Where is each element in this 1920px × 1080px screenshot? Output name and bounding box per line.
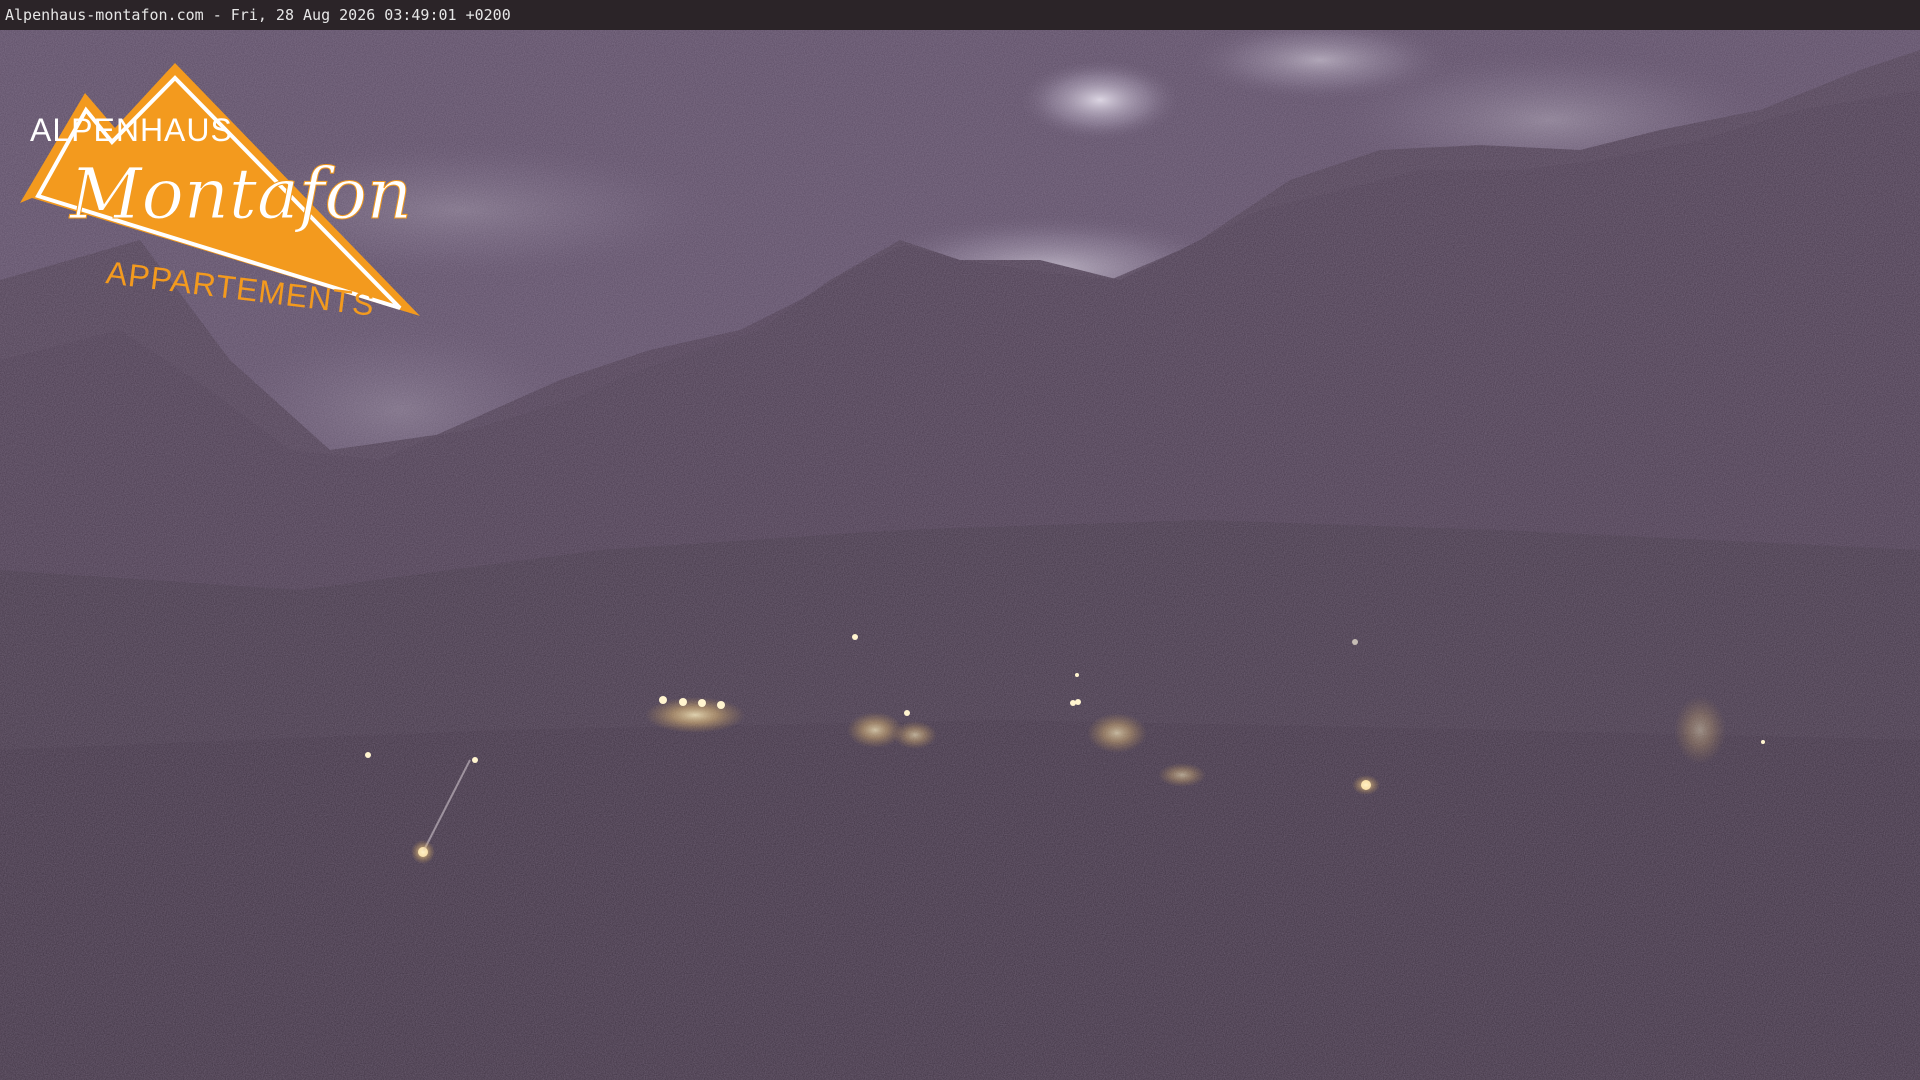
street-light: [659, 696, 667, 704]
street-light: [1070, 700, 1076, 706]
house-light: [1158, 763, 1206, 787]
logo-text-alpenhaus: ALPENHAUS: [30, 112, 233, 148]
timestamp-bar: Alpenhaus-montafon.com - Fri, 28 Aug 202…: [0, 0, 1920, 30]
street-light: [679, 698, 687, 706]
distant-light: [472, 757, 478, 763]
street-light: [717, 701, 725, 709]
distant-light: [1352, 639, 1358, 645]
headlight-glow: [411, 840, 435, 864]
timestamp-text: Alpenhaus-montafon.com - Fri, 28 Aug 202…: [5, 6, 511, 24]
logo-svg: ALPENHAUS Montafon APPARTEMENTS: [20, 63, 420, 323]
distant-light: [852, 634, 858, 640]
house-light: [1087, 713, 1147, 753]
webcam-frame: Alpenhaus-montafon.com - Fri, 28 Aug 202…: [0, 0, 1920, 1080]
house-light: [893, 721, 937, 749]
light-glow: [1352, 775, 1380, 795]
street-light: [698, 699, 706, 707]
street-light: [1761, 740, 1765, 744]
distant-light: [365, 752, 371, 758]
street-light: [1075, 673, 1079, 677]
street-light: [904, 710, 910, 716]
street-light: [1075, 699, 1081, 705]
logo-text-montafon: Montafon: [68, 153, 412, 235]
house-light: [1674, 696, 1726, 764]
alpenhaus-montafon-logo: ALPENHAUS Montafon APPARTEMENTS: [20, 58, 430, 348]
